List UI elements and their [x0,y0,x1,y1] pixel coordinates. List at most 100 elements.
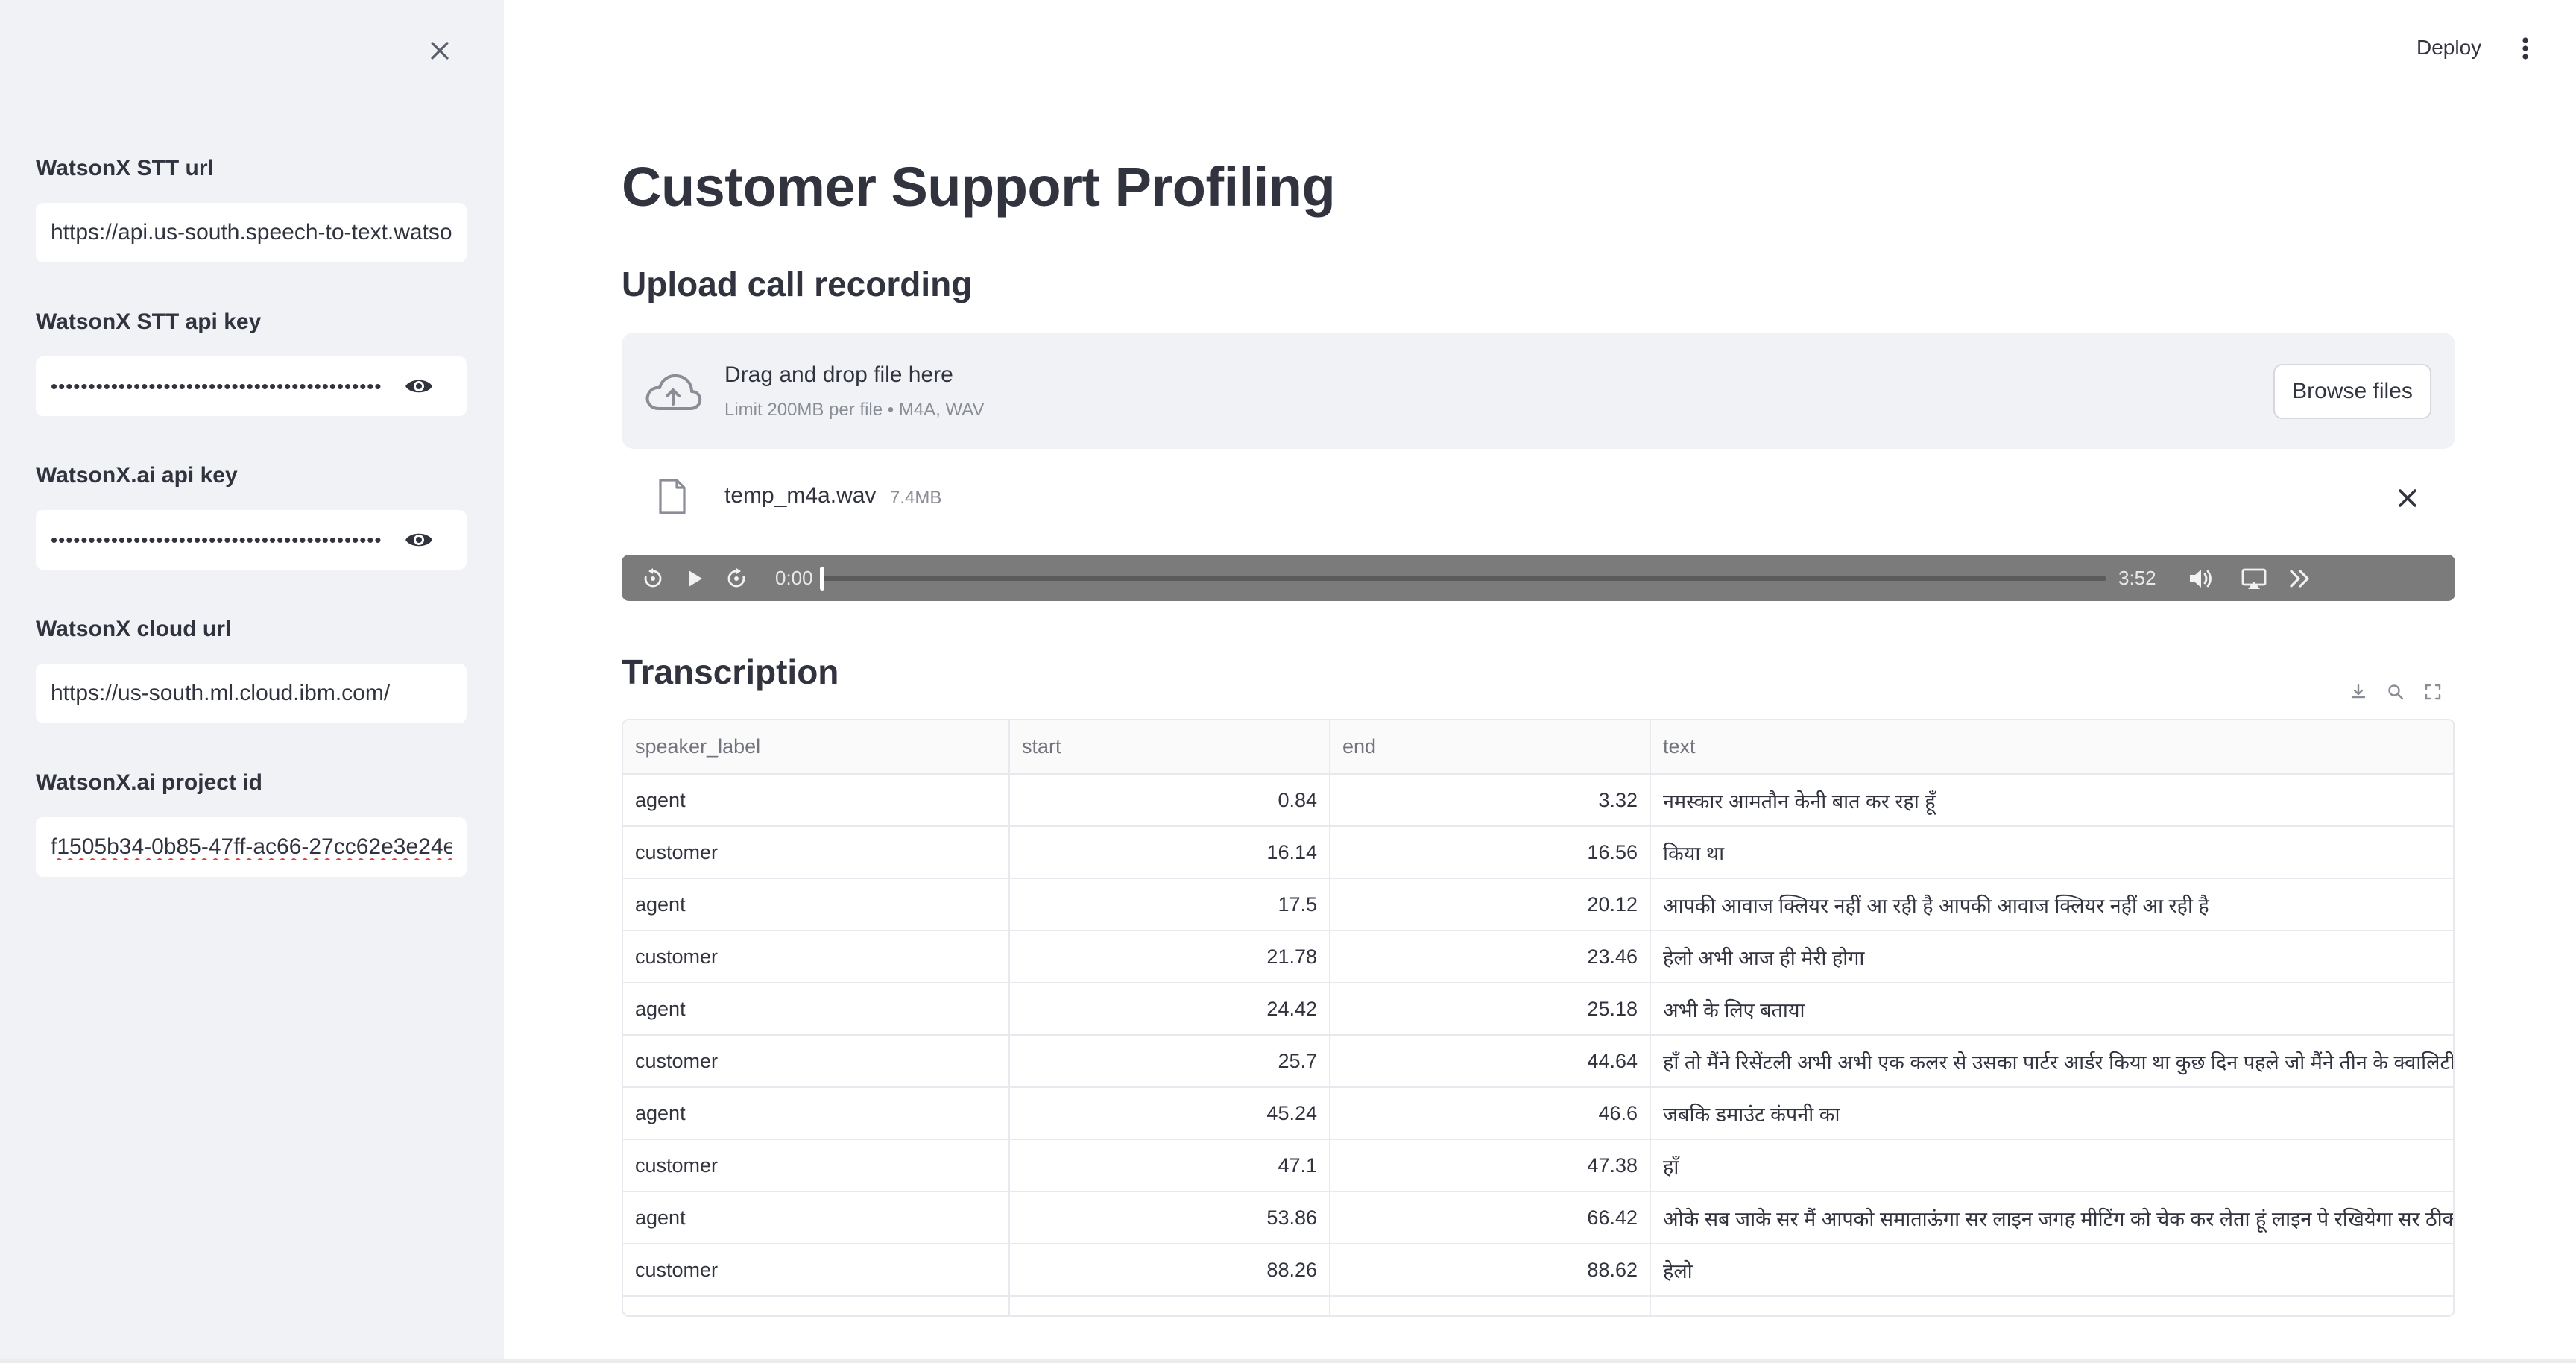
dropzone-limits: Limit 200MB per file • M4A, WAV [724,400,985,420]
close-icon [431,42,449,60]
play-button[interactable] [683,567,707,591]
table-cell[interactable]: 17.5 [1009,878,1330,931]
table-cell[interactable]: 46.6 [1330,1087,1651,1140]
table-cell[interactable] [1009,1296,1330,1315]
table-cell[interactable]: 88.26 [1009,1244,1330,1297]
table-cell[interactable]: customer [623,1035,1010,1088]
close-icon [2399,489,2416,507]
show-password-button[interactable] [404,526,434,553]
remove-file-button[interactable] [2393,483,2422,513]
stt-api-key-field-group: WatsonX STT api key [36,307,467,416]
seek-bar[interactable] [821,576,2106,581]
table-cell[interactable]: नमस्कार आमतौन केनी बात कर रहा हूँ [1650,774,2454,827]
browse-files-button[interactable]: Browse files [2273,364,2431,419]
table-cell[interactable]: 53.86 [1009,1192,1330,1244]
deploy-button[interactable]: Deploy [2408,30,2490,66]
project-id-input[interactable] [51,834,452,860]
cloud-url-label: WatsonX cloud url [36,617,232,641]
table-cell[interactable]: 16.56 [1330,826,1651,879]
search-button[interactable] [2385,682,2406,702]
table-cell[interactable]: हाँ [1650,1139,2454,1192]
table-row: customer 21.78 23.46 हेलो अभी आज ही मेरी… [623,931,2454,983]
table-cell[interactable]: 25.7 [1009,1035,1330,1088]
file-icon [659,479,686,514]
project-id-label: WatsonX.ai project id [36,770,262,795]
column-header[interactable]: speaker_label [623,720,1010,775]
rewind-button[interactable] [641,567,665,591]
table-cell[interactable]: customer [623,1244,1010,1297]
table-cell[interactable]: 88.62 [1330,1244,1651,1297]
duration: 3:52 [2118,567,2156,589]
table-cell[interactable]: customer [623,931,1010,983]
ai-api-key-input[interactable] [51,528,408,552]
column-header[interactable]: text [1650,720,2454,775]
transcription-table[interactable]: speaker_label start end text agent 0.84 … [622,719,2455,1317]
ai-api-key-input-box [36,510,467,570]
cloud-url-input-box [36,664,467,723]
table-cell[interactable]: 16.14 [1009,826,1330,879]
table-cell[interactable]: हाँ तो मैंने रिसेंटली अभी अभी एक कलर से … [1650,1035,2454,1088]
table-row: agent 45.24 46.6 जबकि डमाउंट कंपनी का [623,1087,2454,1140]
cloud-url-field-group: WatsonX cloud url [36,614,467,723]
table-cell[interactable]: जबकि डमाउंट कंपनी का [1650,1087,2454,1140]
table-cell[interactable]: 45.24 [1009,1087,1330,1140]
stt-url-input[interactable] [51,220,452,245]
table-cell[interactable]: 3.32 [1330,774,1651,827]
table-row: customer 47.1 47.38 हाँ [623,1139,2454,1192]
stt-api-key-label: WatsonX STT api key [36,309,262,334]
table-cell[interactable]: 20.12 [1330,878,1651,931]
page-title: Customer Support Profiling [622,156,1336,218]
seek-handle[interactable] [820,567,824,591]
table-cell[interactable]: 24.42 [1009,983,1330,1036]
ai-api-key-field-group: WatsonX.ai api key [36,461,467,570]
table-cell[interactable]: ओके सब जाके सर मैं आपको समाताऊंगा सर लाइ… [1650,1192,2454,1244]
table-cell[interactable]: 25.18 [1330,983,1651,1036]
forward-icon [727,568,745,588]
table-cell[interactable]: हेलो [1650,1244,2454,1297]
show-password-button[interactable] [404,373,434,400]
ai-api-key-label: WatsonX.ai api key [36,463,238,488]
file-size: 7.4MB [890,488,942,508]
table-toolbar [2337,671,2455,713]
horizontal-scrollbar[interactable] [0,1359,2576,1363]
more-controls-button[interactable] [2287,567,2311,591]
table-cell[interactable]: आपकी आवाज क्लियर नहीं आ रही है आपकी आवाज… [1650,878,2454,931]
table-cell[interactable]: हेलो अभी आज ही मेरी होगा [1650,931,2454,983]
column-header[interactable]: start [1009,720,1330,775]
table-cell[interactable] [1650,1296,2454,1315]
table-cell[interactable]: agent [623,1192,1010,1244]
table-row: customer 88.26 88.62 हेलो [623,1244,2454,1297]
cast-button[interactable] [2241,567,2267,591]
table-cell[interactable]: agent [623,1087,1010,1140]
cloud-url-input[interactable] [51,681,452,706]
file-dropzone[interactable]: Drag and drop file here Limit 200MB per … [622,333,2455,449]
table-cell[interactable]: 21.78 [1009,931,1330,983]
table-cell[interactable] [1330,1296,1651,1315]
column-header[interactable]: end [1330,720,1651,775]
stt-api-key-input[interactable] [51,374,408,398]
table-cell[interactable]: customer [623,826,1010,879]
table-cell[interactable]: customer [623,1139,1010,1192]
table-cell[interactable]: 44.64 [1330,1035,1651,1088]
table-cell[interactable]: 47.1 [1009,1139,1330,1192]
volume-button[interactable] [2187,567,2212,591]
table-cell[interactable]: 0.84 [1009,774,1330,827]
table-cell[interactable]: 66.42 [1330,1192,1651,1244]
main-menu-button[interactable] [2516,30,2534,67]
cloud-upload-icon [645,374,702,410]
table-cell[interactable]: agent [623,878,1010,931]
search-icon [2388,684,2404,700]
table-cell[interactable]: 23.46 [1330,931,1651,983]
table-cell[interactable]: अभी के लिए बताया [1650,983,2454,1036]
eye-icon [405,380,432,393]
table-cell[interactable]: agent [623,774,1010,827]
close-sidebar-button[interactable] [423,34,456,67]
table-cell[interactable]: किया था [1650,826,2454,879]
download-button[interactable] [2348,682,2369,702]
table-cell[interactable]: 47.38 [1330,1139,1651,1192]
play-icon [689,570,702,587]
table-cell[interactable]: agent [623,983,1010,1036]
table-cell[interactable] [623,1296,1010,1315]
forward-button[interactable] [724,567,748,591]
fullscreen-button[interactable] [2422,682,2443,702]
